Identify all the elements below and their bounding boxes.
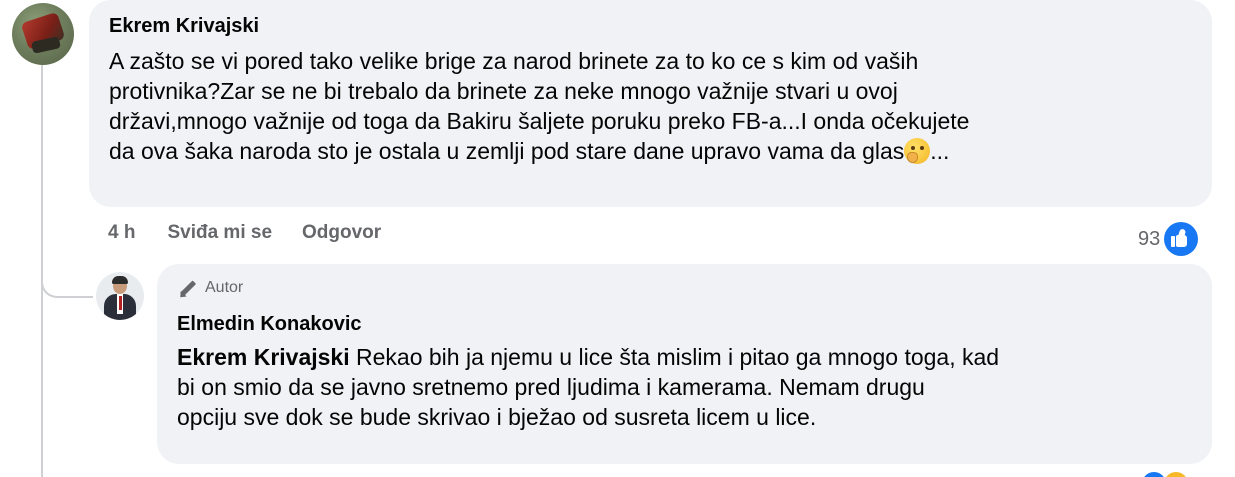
reaction-count: 93 [1138,227,1161,250]
reply-text-line: Ekrem Krivajski Rekao bih ja njemu u lic… [177,342,1197,372]
comment-text-line: protivnika?Zar se ne bi trebalo da brine… [109,78,898,104]
see-more-link[interactable]: ... [930,138,949,164]
comment-timestamp[interactable]: 4 h [108,222,135,244]
comment-text-line-last: da ova šaka naroda sto je ostala u zemlj… [109,136,1199,166]
reply-connector-line [41,258,93,298]
reply-author-name[interactable]: Elmedin Konakovic [177,313,362,336]
mention-link[interactable]: Ekrem Krivajski [177,344,350,370]
reply-text-segment: Rekao bih ja njemu u lice šta mislim i p… [349,344,1000,370]
reply-avatar[interactable] [96,272,144,320]
pen-icon [177,279,199,297]
reply-text: Ekrem Krivajski Rekao bih ja njemu u lic… [177,342,1197,432]
reply-bubble: Autor Elmedin Konakovic Ekrem Krivajski … [157,264,1212,464]
comment-text-line: državi,mnogo važnije od toga da Bakiru š… [109,108,970,134]
author-badge: Autor [177,279,243,297]
reply-reaction-icons[interactable] [1140,470,1190,477]
thinking-face-emoji-icon [904,138,931,164]
reaction-summary[interactable]: 93 [1138,222,1199,256]
avatar[interactable] [12,3,74,65]
reply-button[interactable]: Odgovor [302,222,381,244]
reply-text-line: bi on smio da se javno sretnemo pred lju… [177,374,925,400]
comment-text-line: A zašto se vi pored tako velike brige za… [109,48,919,74]
comment-text: A zašto se vi pored tako velike brige za… [109,46,1199,166]
comment-author-name[interactable]: Ekrem Krivajski [109,15,259,38]
like-icon [1164,222,1199,256]
haha-reaction-icon [1162,470,1190,477]
comment-actions: 4 h Sviđa mi se Odgovor [108,222,381,244]
comment-bubble: Ekrem Krivajski A zašto se vi pored tako… [89,0,1212,207]
like-button[interactable]: Sviđa mi se [167,222,272,244]
author-badge-label: Autor [205,279,244,296]
reply-text-line: opciju sve dok se bude skrivao i bježao … [177,404,817,430]
comment-text-segment: da ova šaka naroda sto je ostala u zemlj… [109,138,905,164]
